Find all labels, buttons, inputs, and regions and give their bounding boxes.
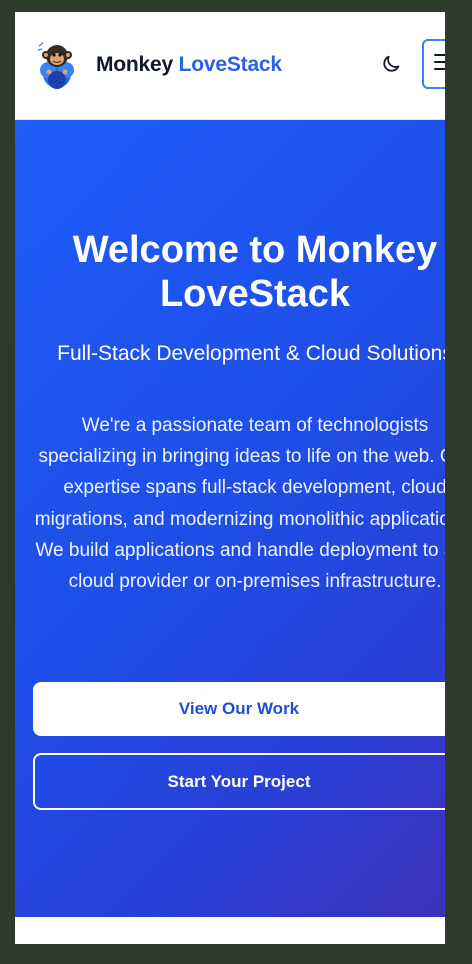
hero-section: Welcome to Monkey LoveStack Full-Stack D… [15,120,445,917]
view-our-work-button[interactable]: View Our Work [33,682,445,736]
menu-button[interactable] [422,39,445,89]
browser-viewport: Monkey LoveStack Welcome to Monkey LoveS… [15,12,445,944]
hero-subtitle: Full-Stack Development & Cloud Solutions [57,342,445,365]
next-section [15,917,445,944]
moon-icon [380,53,402,80]
brand-name-accent: LoveStack [178,53,282,76]
brand-name-first: Monkey [96,53,173,76]
hero-title: Welcome to Monkey LoveStack [72,229,438,315]
brand-name[interactable]: Monkey LoveStack [96,53,282,77]
page: Monkey LoveStack Welcome to Monkey LoveS… [15,12,445,944]
monkey-logo-icon[interactable] [35,40,79,92]
theme-toggle-button[interactable] [377,52,405,80]
hero-description: We're a passionate team of technologists… [34,415,445,593]
site-header: Monkey LoveStack [15,12,445,120]
start-your-project-button[interactable]: Start Your Project [33,753,445,810]
hamburger-icon [433,52,445,77]
